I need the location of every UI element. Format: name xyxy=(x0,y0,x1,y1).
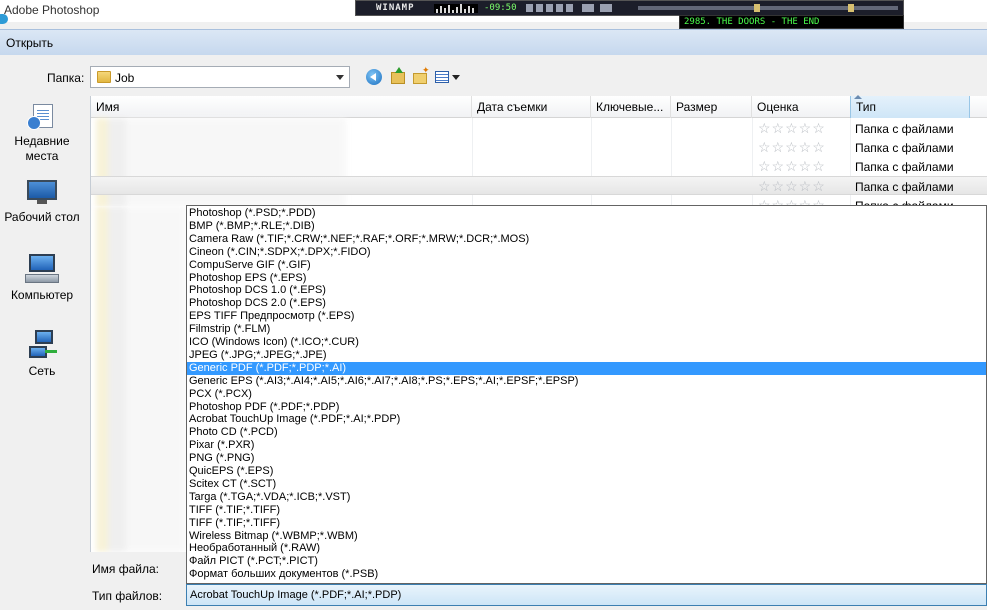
winamp-pause-icon[interactable] xyxy=(546,4,553,12)
winamp-visualizer xyxy=(434,4,478,13)
rating-stars[interactable]: ☆☆☆☆☆ xyxy=(758,140,826,154)
file-list-lower[interactable] xyxy=(90,206,187,552)
column-date[interactable]: Дата съемки xyxy=(472,96,591,118)
filetype-label: Тип файлов: xyxy=(92,589,163,603)
file-type-option[interactable]: Cineon (*.CIN;*.SDPX;*.DPX;*.FIDO) xyxy=(187,246,986,259)
column-type[interactable]: Тип xyxy=(850,96,970,118)
file-type-option[interactable]: QuicEPS (*.EPS) xyxy=(187,465,986,478)
back-icon[interactable] xyxy=(364,67,384,87)
winamp-track-display: 2985. THE DOORS - THE END xyxy=(679,15,904,29)
views-menu-icon[interactable] xyxy=(433,67,461,87)
file-type-option[interactable]: Scitex CT (*.SCT) xyxy=(187,478,986,491)
winamp-balance-icon[interactable] xyxy=(600,4,612,12)
file-type-option[interactable]: EPS TIFF Предпросмотр (*.EPS) xyxy=(187,310,986,323)
file-type-option[interactable]: Camera Raw (*.TIF;*.CRW;*.NEF;*.RAF;*.OR… xyxy=(187,233,986,246)
winamp-logo: WINAMP xyxy=(376,3,415,13)
file-type-option[interactable]: Photoshop EPS (*.EPS) xyxy=(187,272,986,285)
file-type-option[interactable]: BMP (*.BMP;*.RLE;*.DIB) xyxy=(187,220,986,233)
place-label: Сеть xyxy=(28,364,56,378)
file-type-option[interactable]: Targa (*.TGA;*.VDA;*.ICB;*.VST) xyxy=(187,491,986,504)
file-type-option[interactable]: Необработанный (*.RAW) xyxy=(187,542,986,555)
new-folder-icon[interactable] xyxy=(410,65,430,87)
winamp-seek-knob[interactable] xyxy=(754,4,760,12)
file-type-option[interactable]: TIFF (*.TIF;*.TIFF) xyxy=(187,517,986,530)
file-type-option[interactable]: PCX (*.PCX) xyxy=(187,388,986,401)
file-type-option[interactable]: Photo CD (*.PCD) xyxy=(187,426,986,439)
winamp-time: -09:50 xyxy=(484,3,517,13)
winamp-volume-icon[interactable] xyxy=(582,4,594,12)
file-type-option[interactable]: Photoshop (*.PSD;*.PDD) xyxy=(187,207,986,220)
file-list[interactable]: Имя Дата съемки Ключевые... Размер Оценк… xyxy=(90,96,987,206)
file-type-option[interactable]: Файл PICT (*.PCT;*.PICT) xyxy=(187,555,986,568)
file-type-dropdown-list[interactable]: Photoshop (*.PSD;*.PDD) BMP (*.BMP;*.RLE;… xyxy=(186,205,987,584)
up-folder-icon[interactable] xyxy=(388,67,408,87)
column-rating[interactable]: Оценка xyxy=(752,96,851,118)
column-size[interactable]: Размер xyxy=(671,96,752,118)
row-type: Папка с файлами xyxy=(855,160,954,174)
file-type-select-value: Acrobat TouchUp Image (*.PDF;*.AI;*.PDP) xyxy=(190,589,402,601)
winamp-player[interactable]: WINAMP -09:50 xyxy=(355,0,904,16)
file-type-option[interactable]: Generic PDF (*.PDF;*.PDP;*.AI) xyxy=(187,361,986,375)
file-type-option[interactable]: Acrobat TouchUp Image (*.PDF;*.AI;*.PDP) xyxy=(187,413,986,426)
winamp-prev-icon[interactable] xyxy=(526,4,533,12)
file-type-option[interactable]: Photoshop DCS 2.0 (*.EPS) xyxy=(187,297,986,310)
column-name[interactable]: Имя xyxy=(91,96,472,118)
dialog-title-bar: Открыть xyxy=(0,29,987,55)
table-row[interactable]: ☆☆☆☆☆ Папка с файлами xyxy=(91,119,987,138)
winamp-track-title: 2985. THE DOORS - THE END xyxy=(684,17,820,27)
rating-stars[interactable]: ☆☆☆☆☆ xyxy=(758,179,826,193)
filename-label: Имя файла: xyxy=(92,562,159,576)
file-type-option[interactable]: Generic EPS (*.AI3;*.AI4;*.AI5;*.AI6;*.A… xyxy=(187,375,986,388)
file-type-option[interactable]: Photoshop PDF (*.PDF;*.PDP) xyxy=(187,401,986,414)
place-recent[interactable]: Недавние места xyxy=(0,102,84,164)
folder-combo[interactable]: Job xyxy=(90,66,350,88)
recent-places-icon xyxy=(27,102,57,132)
folder-name: Job xyxy=(115,71,135,85)
place-computer[interactable]: Компьютер xyxy=(0,254,84,302)
winamp-volume-knob[interactable] xyxy=(848,4,854,12)
app-title: Adobe Photoshop xyxy=(4,3,100,17)
folder-label: Папка: xyxy=(47,71,85,85)
winamp-stop-icon[interactable] xyxy=(556,4,563,12)
file-type-option[interactable]: Pixar (*.PXR) xyxy=(187,439,986,452)
rating-stars[interactable]: ☆☆☆☆☆ xyxy=(758,159,826,173)
chevron-down-icon[interactable] xyxy=(336,75,344,80)
winamp-seek-bar[interactable] xyxy=(638,6,898,10)
table-row[interactable]: ☆☆☆☆☆ Папка с файлами xyxy=(91,157,987,176)
file-type-option[interactable]: TIFF (*.TIF;*.TIFF) xyxy=(187,504,986,517)
place-network[interactable]: Сеть xyxy=(0,330,84,378)
desktop-icon xyxy=(25,178,59,208)
file-type-option[interactable]: Формат больших документов (*.PSB) xyxy=(187,568,986,581)
column-header: Имя Дата съемки Ключевые... Размер Оценк… xyxy=(91,96,987,118)
column-keywords[interactable]: Ключевые... xyxy=(591,96,671,118)
table-row[interactable]: ☆☆☆☆☆ Папка с файлами xyxy=(91,138,987,157)
winamp-next-icon[interactable] xyxy=(566,4,573,12)
file-type-select[interactable]: Acrobat TouchUp Image (*.PDF;*.AI;*.PDP) xyxy=(186,584,987,606)
network-icon xyxy=(25,330,59,362)
file-type-option[interactable]: PNG (*.PNG) xyxy=(187,452,986,465)
place-desktop[interactable]: Рабочий стол xyxy=(0,178,84,224)
dialog-title: Открыть xyxy=(6,36,54,50)
folder-icon xyxy=(97,71,111,83)
place-label: Компьютер xyxy=(10,288,74,302)
file-type-option[interactable]: JPEG (*.JPG;*.JPEG;*.JPE) xyxy=(187,349,986,362)
row-type: Папка с файлами xyxy=(855,141,954,155)
place-label: Рабочий стол xyxy=(4,210,80,224)
file-type-option[interactable]: ICO (Windows Icon) (*.ICO;*.CUR) xyxy=(187,336,986,349)
table-row[interactable]: ☆☆☆☆☆ Папка с файлами xyxy=(91,176,987,195)
computer-icon xyxy=(25,254,59,286)
file-type-option[interactable]: Filmstrip (*.FLM) xyxy=(187,323,986,336)
file-type-option[interactable]: Photoshop DCS 1.0 (*.EPS) xyxy=(187,284,986,297)
winamp-play-icon[interactable] xyxy=(536,4,543,12)
row-type: Папка с файлами xyxy=(855,122,954,136)
row-type: Папка с файлами xyxy=(855,180,954,194)
rating-stars[interactable]: ☆☆☆☆☆ xyxy=(758,121,826,135)
file-type-option[interactable]: Wireless Bitmap (*.WBMP;*.WBM) xyxy=(187,530,986,543)
place-label: Недавние места xyxy=(14,134,70,163)
file-type-option[interactable]: CompuServe GIF (*.GIF) xyxy=(187,259,986,272)
sort-ascending-icon xyxy=(854,95,862,99)
app-indicator-icon xyxy=(0,14,8,24)
blurred-file-names xyxy=(96,206,186,552)
